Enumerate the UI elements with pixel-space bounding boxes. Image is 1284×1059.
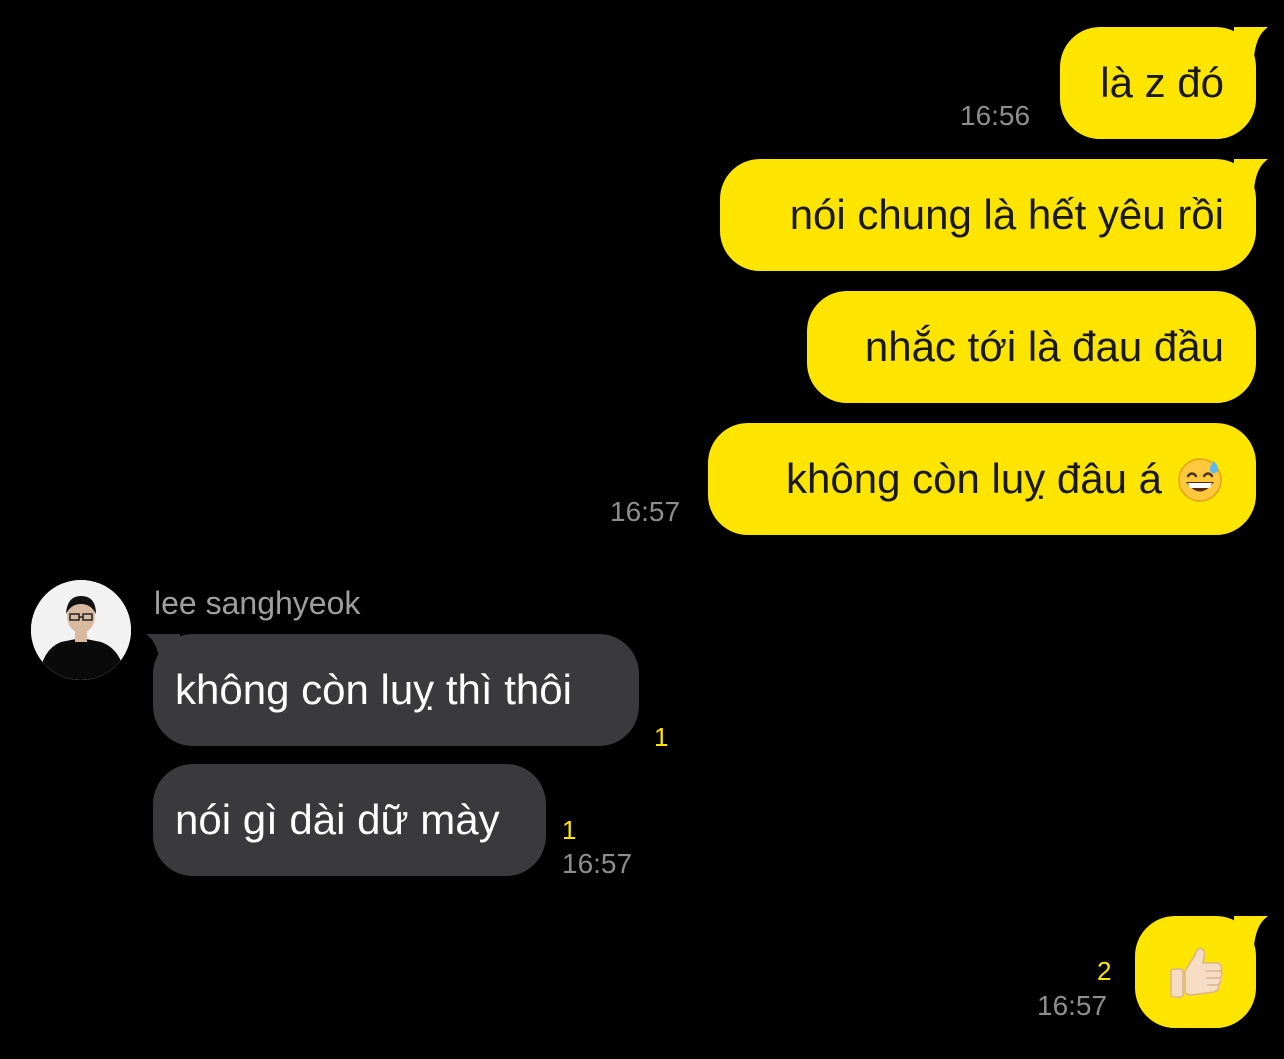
message-text: không còn luỵ thì thôi xyxy=(175,666,572,713)
message-text: là z đó xyxy=(1100,59,1224,106)
message-text: nói gì dài dữ mày xyxy=(175,796,500,843)
outgoing-message-bubble[interactable]: nhắc tới là đau đầu xyxy=(807,291,1256,403)
message-text: nhắc tới là đau đầu xyxy=(864,323,1224,370)
bubble-tail xyxy=(1234,159,1268,189)
unread-count: 1 xyxy=(654,722,669,752)
outgoing-message-bubble[interactable]: là z đó xyxy=(1060,27,1256,139)
message-text: nói chung là hết yêu rồi xyxy=(789,191,1224,238)
avatar[interactable] xyxy=(31,580,131,680)
incoming-message-bubble[interactable]: nói gì dài dữ mày xyxy=(153,764,546,876)
bubble-tail xyxy=(1234,27,1268,57)
bubble-tail xyxy=(1234,916,1268,946)
message-timestamp: 16:56 xyxy=(960,100,1031,131)
thumbs-up-emoji-icon xyxy=(1169,947,1223,998)
unread-count: 1 xyxy=(562,815,577,845)
message-timestamp: 16:57 xyxy=(610,496,681,527)
profile-avatar-icon xyxy=(31,580,131,680)
grinning-sweat-emoji-icon xyxy=(1178,458,1222,502)
sender-name: lee sanghyeok xyxy=(154,585,361,621)
message-timestamp: 16:57 xyxy=(562,848,633,879)
outgoing-message-bubble[interactable]: nói chung là hết yêu rồi xyxy=(720,159,1256,271)
message-text: không còn luỵ đâu á xyxy=(786,455,1162,502)
outgoing-message-bubble[interactable]: không còn luỵ đâu á xyxy=(708,423,1256,535)
incoming-message-bubble[interactable]: không còn luỵ thì thôi xyxy=(153,634,639,746)
unread-count: 2 xyxy=(1097,956,1112,986)
message-timestamp: 16:57 xyxy=(1037,990,1108,1021)
